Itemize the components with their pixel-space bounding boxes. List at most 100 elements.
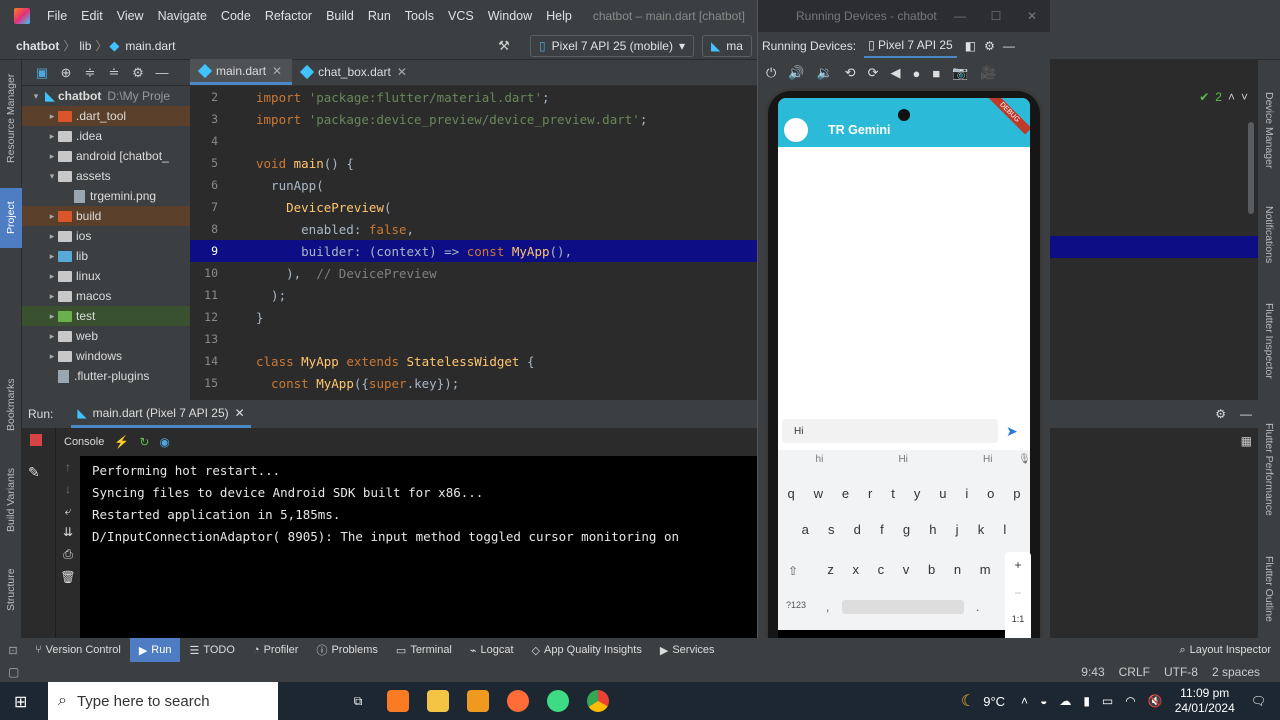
stop-icon[interactable]: [30, 434, 42, 446]
tree-item-assets[interactable]: ▾ assets: [22, 166, 190, 186]
minimize-icon[interactable]: —: [942, 9, 978, 23]
keyboard-key[interactable]: y: [914, 486, 921, 501]
keyboard-key[interactable]: m: [980, 562, 991, 577]
down-arrow-icon[interactable]: ↓: [56, 482, 80, 496]
tree-item-trgemini-png[interactable]: trgemini.png: [22, 186, 190, 206]
speaker-muted-icon[interactable]: 🔇: [1148, 694, 1163, 708]
taskbar-search[interactable]: ⌕ Type here to search: [48, 682, 278, 720]
soft-wrap-icon[interactable]: ⤶: [56, 504, 80, 519]
tree-item-windows[interactable]: ▸ windows: [22, 346, 190, 366]
keyboard-key[interactable]: b: [928, 562, 935, 577]
chevron-right-icon[interactable]: ▸: [46, 291, 58, 302]
microphone-icon[interactable]: 🎙: [1018, 454, 1030, 465]
line-number[interactable]: 3: [190, 112, 218, 126]
hammer-icon[interactable]: ⚒: [494, 36, 514, 56]
tab-services[interactable]: ▶ Services: [651, 638, 724, 662]
line-number[interactable]: 7: [190, 200, 218, 214]
maximize-icon[interactable]: ☐: [978, 9, 1014, 23]
flutter-performance-tab[interactable]: Flutter Performance: [1258, 404, 1280, 534]
zoom-in-icon[interactable]: +: [1014, 558, 1021, 572]
code-line[interactable]: 8 enabled: false,: [190, 218, 757, 240]
chevron-right-icon[interactable]: ▸: [46, 251, 58, 262]
pin-icon[interactable]: ✎: [28, 464, 55, 481]
layout-icon[interactable]: ▦: [1241, 434, 1252, 448]
back-icon[interactable]: ◀: [890, 65, 900, 81]
line-number[interactable]: 13: [190, 332, 218, 346]
zoom-out-icon[interactable]: −: [1014, 586, 1021, 600]
keyboard-key[interactable]: t: [891, 486, 895, 501]
code-line[interactable]: 14 class MyApp extends StatelessWidget {: [190, 350, 757, 372]
chevron-right-icon[interactable]: ▸: [46, 211, 58, 222]
gear-icon[interactable]: ⚙: [1215, 407, 1226, 421]
tree-item-web[interactable]: ▸ web: [22, 326, 190, 346]
line-number[interactable]: 14: [190, 354, 218, 368]
chevron-right-icon[interactable]: ▸: [46, 131, 58, 142]
tab-app-quality-insights[interactable]: ◇ App Quality Insights: [523, 638, 651, 662]
chevron-down-icon[interactable]: ˅: [1241, 90, 1248, 104]
keyboard-key[interactable]: s: [828, 522, 835, 537]
tree-item-linux[interactable]: ▸ linux: [22, 266, 190, 286]
keyboard-key[interactable]: v: [903, 562, 910, 577]
code-line[interactable]: 12}: [190, 306, 757, 328]
keyboard-key[interactable]: c: [878, 562, 885, 577]
wifi-icon[interactable]: ◠: [1125, 694, 1135, 708]
screenshot-icon[interactable]: 📷: [952, 65, 968, 81]
line-number[interactable]: 4: [190, 134, 218, 148]
minimize-icon[interactable]: —: [1240, 407, 1252, 421]
keyboard-key[interactable]: q: [787, 486, 794, 501]
code-line[interactable]: 5 void main() {: [190, 152, 757, 174]
gear-icon[interactable]: ⚙: [984, 39, 995, 53]
close-icon[interactable]: ✕: [235, 406, 245, 420]
chrome-icon[interactable]: [578, 682, 618, 720]
line-number[interactable]: 11: [190, 288, 218, 302]
toggle-tool-windows-icon[interactable]: ▢: [8, 665, 19, 679]
postman-icon[interactable]: [498, 682, 538, 720]
android-studio-icon[interactable]: [538, 682, 578, 720]
tab-run[interactable]: ▶ Run: [129, 638, 181, 662]
keyboard-key[interactable]: w: [814, 486, 823, 501]
tab-problems[interactable]: ⓘ Problems: [307, 638, 386, 662]
notification-center-icon[interactable]: 🗨: [1251, 694, 1266, 708]
cloud-icon[interactable]: ☁: [1059, 694, 1071, 708]
suggestion-chip[interactable]: Hi: [898, 454, 907, 465]
code-line[interactable]: 9 builder: (context) => const MyApp (),: [190, 240, 757, 262]
code-line[interactable]: 13: [190, 328, 757, 350]
close-icon[interactable]: ✕: [397, 65, 407, 79]
tree-item-chatbot[interactable]: ▾ ◣ chatbot D:\My Proje: [22, 86, 190, 106]
notifications-tab[interactable]: Notifications: [1258, 190, 1280, 280]
line-number[interactable]: 10: [190, 266, 218, 280]
collapse-all-icon[interactable]: ≐: [104, 63, 124, 83]
keyboard-key[interactable]: g: [903, 522, 910, 537]
breadcrumb-file[interactable]: main.dart: [121, 39, 179, 53]
menu-window[interactable]: Window: [481, 9, 539, 23]
hot-restart-icon[interactable]: ↻: [139, 435, 149, 449]
tab-profiler[interactable]: ◔ Profiler: [244, 638, 308, 662]
power-icon[interactable]: ⏻: [766, 65, 776, 81]
device-selector[interactable]: ▯ Pixel 7 API 25 (mobile) ▾: [529, 34, 694, 57]
line-number[interactable]: 9: [190, 244, 218, 258]
problems-indicator[interactable]: ✔ 2 ˄ ˅: [1199, 90, 1248, 104]
file-encoding[interactable]: UTF-8: [1164, 665, 1198, 679]
expand-all-icon[interactable]: ≑: [80, 63, 100, 83]
period-key[interactable]: .: [976, 600, 979, 614]
rotate-left-icon[interactable]: ⟲: [845, 65, 856, 81]
minimize-icon[interactable]: —: [1003, 39, 1015, 53]
project-view-icon[interactable]: ▣: [32, 63, 52, 83]
code-line[interactable]: 6 runApp(: [190, 174, 757, 196]
code-line[interactable]: 2 import 'package:flutter/material.dart';: [190, 86, 757, 108]
rotate-right-icon[interactable]: ⟳: [868, 65, 879, 81]
more-tools-icon[interactable]: ⊡: [0, 644, 26, 657]
chevron-right-icon[interactable]: ▸: [46, 331, 58, 342]
windows-start-icon[interactable]: ⊞: [14, 692, 27, 712]
menu-refactor[interactable]: Refactor: [258, 9, 319, 23]
chevron-up-icon[interactable]: ˄: [1021, 694, 1028, 708]
trash-icon[interactable]: 🗑: [56, 570, 80, 584]
menu-build[interactable]: Build: [319, 9, 361, 23]
menu-tools[interactable]: Tools: [398, 9, 441, 23]
keyboard-key[interactable]: u: [939, 486, 946, 501]
menu-help[interactable]: Help: [539, 9, 579, 23]
xampp-icon[interactable]: [378, 682, 418, 720]
up-arrow-icon[interactable]: ↑: [56, 460, 80, 474]
layout-icon[interactable]: ◧: [965, 39, 976, 53]
chevron-right-icon[interactable]: ▸: [46, 111, 58, 122]
